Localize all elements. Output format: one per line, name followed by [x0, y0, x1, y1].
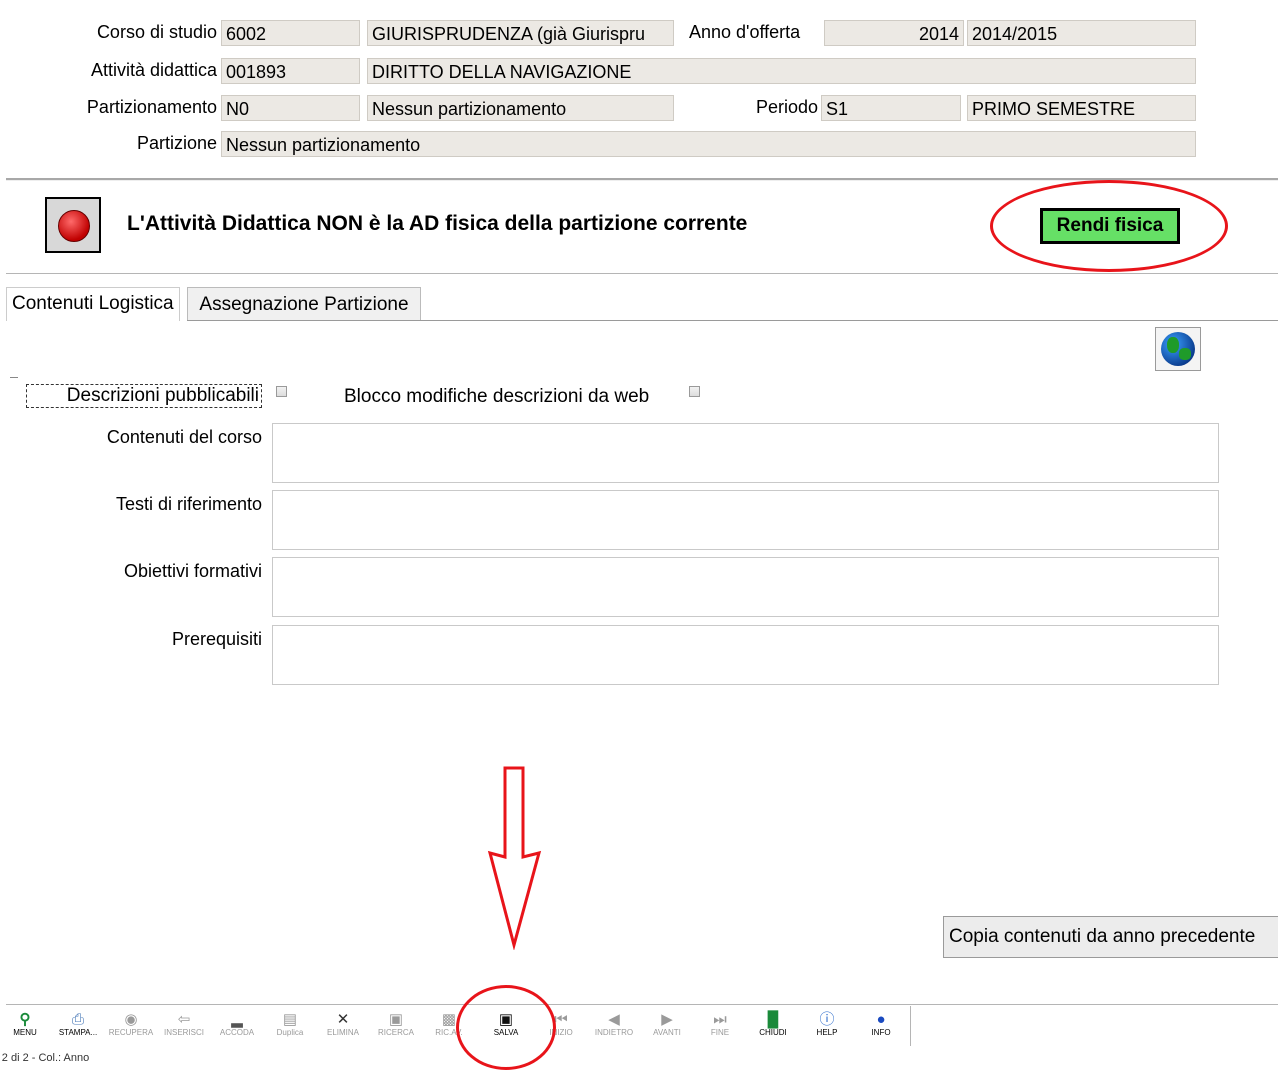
copia-contenuti-button[interactable]: Copia contenuti da anno precedente	[943, 916, 1278, 958]
toolbar-end-separator	[910, 1006, 911, 1046]
salva-highlight-ellipse	[456, 985, 556, 1070]
periodo-label: Periodo	[755, 97, 818, 117]
blocco-modifiche-label: Blocco modifiche descrizioni da web	[344, 386, 650, 407]
menu-icon: ⚲	[19, 1011, 31, 1028]
info-icon: ●	[876, 1011, 886, 1028]
periodo-code-field[interactable]: S1	[821, 95, 961, 121]
last-icon: ⏭	[713, 1011, 727, 1028]
blocco-modifiche-checkbox[interactable]	[689, 386, 700, 397]
partizionamento-name-field[interactable]: Nessun partizionamento	[367, 95, 674, 121]
periodo-name-field[interactable]: PRIMO SEMESTRE	[967, 95, 1196, 121]
highlight-ellipse	[990, 180, 1228, 272]
testi-label: Testi di riferimento	[115, 494, 262, 514]
obiettivi-label: Obiettivi formativi	[123, 561, 262, 581]
annotation-arrow	[487, 766, 542, 950]
partizione-label: Partizione	[136, 133, 217, 153]
toolbar-accoda-button[interactable]: ▂ ACCODA	[212, 1011, 262, 1038]
toolbar-stampa-button[interactable]: ⎙ STAMPA...	[53, 1011, 103, 1038]
toolbar-elimina-button[interactable]: ✕ ELIMINA	[318, 1011, 368, 1038]
tab-contenuti-logistica[interactable]: Contenuti Logistica	[6, 287, 180, 321]
globe-icon[interactable]	[1155, 327, 1201, 371]
toolbar-inserisci-button[interactable]: ⇦ INSERISCI	[159, 1011, 209, 1038]
toolbar-recupera-button[interactable]: ◉ RECUPERA	[106, 1011, 156, 1038]
anno-value-field[interactable]: 2014	[824, 20, 964, 46]
testi-textarea[interactable]	[272, 490, 1219, 550]
obiettivi-textarea[interactable]	[272, 557, 1219, 617]
toolbar-ricerca-button[interactable]: ▣ RICERCA	[371, 1011, 421, 1038]
toolbar-divider	[6, 1004, 1278, 1005]
contenuti-label: Contenuti del corso	[106, 427, 262, 447]
toolbar-help-button[interactable]: ⓘ HELP	[802, 1011, 852, 1038]
help-icon: ⓘ	[819, 1011, 835, 1028]
toolbar-avanti-button[interactable]: ▶ AVANTI	[642, 1011, 692, 1038]
divider	[6, 273, 1278, 274]
insert-icon: ⇦	[177, 1011, 191, 1028]
status-stop-icon	[45, 197, 101, 253]
corso-label: Corso di studio	[96, 22, 217, 42]
delete-icon: ✕	[336, 1011, 350, 1028]
prerequisiti-label: Prerequisiti	[171, 629, 262, 649]
toolbar-duplica-button[interactable]: ▤ Duplica	[265, 1011, 315, 1038]
append-icon: ▂	[231, 1011, 243, 1028]
corso-name-field[interactable]: GIURISPRUDENZA (già Giurispru	[367, 20, 674, 46]
duplicate-icon: ▤	[282, 1011, 298, 1028]
tab-assegnazione-partizione[interactable]: Assegnazione Partizione	[187, 287, 421, 321]
partizionamento-code-field[interactable]: N0	[221, 95, 360, 121]
status-bar-text: r: 2 di 2 - Col.: Anno	[0, 1052, 90, 1064]
tab-panel-border	[187, 320, 1278, 321]
partizione-field[interactable]: Nessun partizionamento	[221, 131, 1196, 157]
search-icon: ▣	[388, 1011, 404, 1028]
toolbar-chiudi-button[interactable]: █ CHIUDI	[748, 1011, 798, 1038]
retrieve-icon: ◉	[124, 1011, 138, 1028]
close-door-icon: █	[767, 1011, 779, 1028]
focus-dash	[10, 377, 18, 378]
anno-text-field[interactable]: 2014/2015	[967, 20, 1196, 46]
toolbar-menu-button[interactable]: ⚲ MENU	[0, 1011, 50, 1038]
corso-code-field[interactable]: 6002	[221, 20, 360, 46]
contenuti-textarea[interactable]	[272, 423, 1219, 483]
print-icon: ⎙	[71, 1011, 84, 1028]
descrizioni-pubblicabili-checkbox[interactable]	[276, 386, 287, 397]
toolbar-fine-button[interactable]: ⏭ FINE	[695, 1011, 745, 1038]
toolbar-info-button[interactable]: ● INFO	[856, 1011, 906, 1038]
next-icon: ▶	[661, 1011, 673, 1028]
descrizioni-pubblicabili-label[interactable]: Descrizioni pubblicabili	[26, 384, 262, 408]
toolbar-indietro-button[interactable]: ◀ INDIETRO	[589, 1011, 639, 1038]
prerequisiti-textarea[interactable]	[272, 625, 1219, 685]
partizionamento-label: Partizionamento	[86, 97, 217, 117]
attivita-label: Attività didattica	[90, 60, 217, 80]
attivita-name-field[interactable]: DIRITTO DELLA NAVIGAZIONE	[367, 58, 1196, 84]
status-message: L'Attività Didattica NON è la AD fisica …	[127, 212, 748, 235]
anno-label: Anno d'offerta	[689, 22, 801, 42]
previous-icon: ◀	[608, 1011, 620, 1028]
attivita-code-field[interactable]: 001893	[221, 58, 360, 84]
